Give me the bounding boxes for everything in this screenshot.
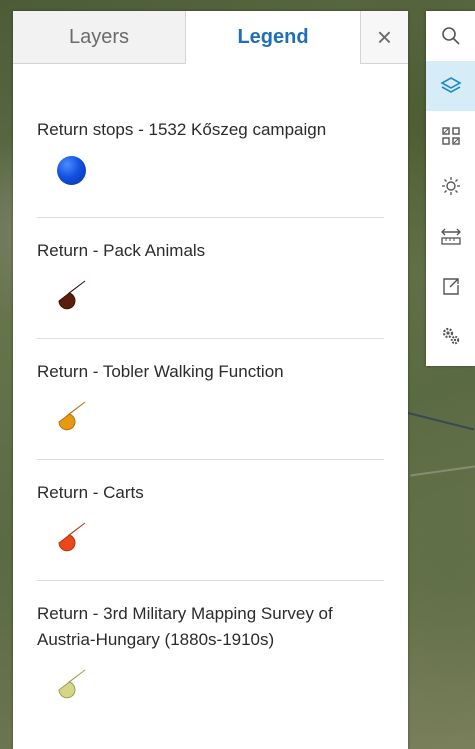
search-button[interactable] [426,11,475,61]
legend-item: Return - 3rd Military Mapping Survey of … [37,581,384,731]
measure-icon [440,228,461,245]
legend-swatch [37,398,97,448]
line-symbol-icon [58,669,86,699]
basemap-gallery-button[interactable] [426,111,475,161]
legend-list: Return stops - 1532 Kőszeg campaign Retu… [37,63,384,731]
panel-tabs: Layers Legend × [13,11,408,64]
widget-toolbar [426,11,475,366]
line-symbol-icon [58,522,86,552]
daylight-icon [441,177,460,195]
legend-swatch [37,519,97,569]
close-button[interactable]: × [360,11,408,63]
legend-item: Return - Tobler Walking Function [37,339,384,460]
legend-item: Return - Pack Animals [37,218,384,339]
legend-swatch [37,277,97,327]
tab-legend[interactable]: Legend [186,11,360,64]
share-icon [442,278,459,295]
line-symbol-icon [58,401,86,431]
legend-item-label: Return - Tobler Walking Function [37,362,284,381]
line-symbol-icon [58,280,86,310]
basemap-gallery-icon [441,127,460,145]
tab-layers[interactable]: Layers [13,11,186,63]
legend-panel: Layers Legend × Return stops - 1532 Kősz… [13,11,408,749]
legend-item: Return - Carts [37,460,384,581]
daylight-button[interactable] [426,161,475,211]
legend-item-label: Return - Pack Animals [37,241,206,260]
legend-swatch [37,666,97,716]
close-icon: × [376,21,393,52]
tab-layers-label: Layers [68,25,130,48]
layers-icon [439,77,462,93]
legend-item-label: Return - 3rd Military Mapping Survey of … [37,604,333,649]
legend-item-label: Return - Carts [37,483,144,502]
legend-item-label: Return stops - 1532 Kőszeg campaign [37,120,327,139]
layers-button[interactable] [426,61,475,111]
share-button[interactable] [426,261,475,311]
legend-item: Return stops - 1532 Kőszeg campaign [37,63,384,218]
point-symbol-icon [57,156,86,185]
settings-button[interactable] [426,311,475,361]
search-icon [441,27,460,45]
tab-legend-label: Legend [237,25,309,48]
settings-icon [442,327,459,345]
measure-button[interactable] [426,211,475,261]
